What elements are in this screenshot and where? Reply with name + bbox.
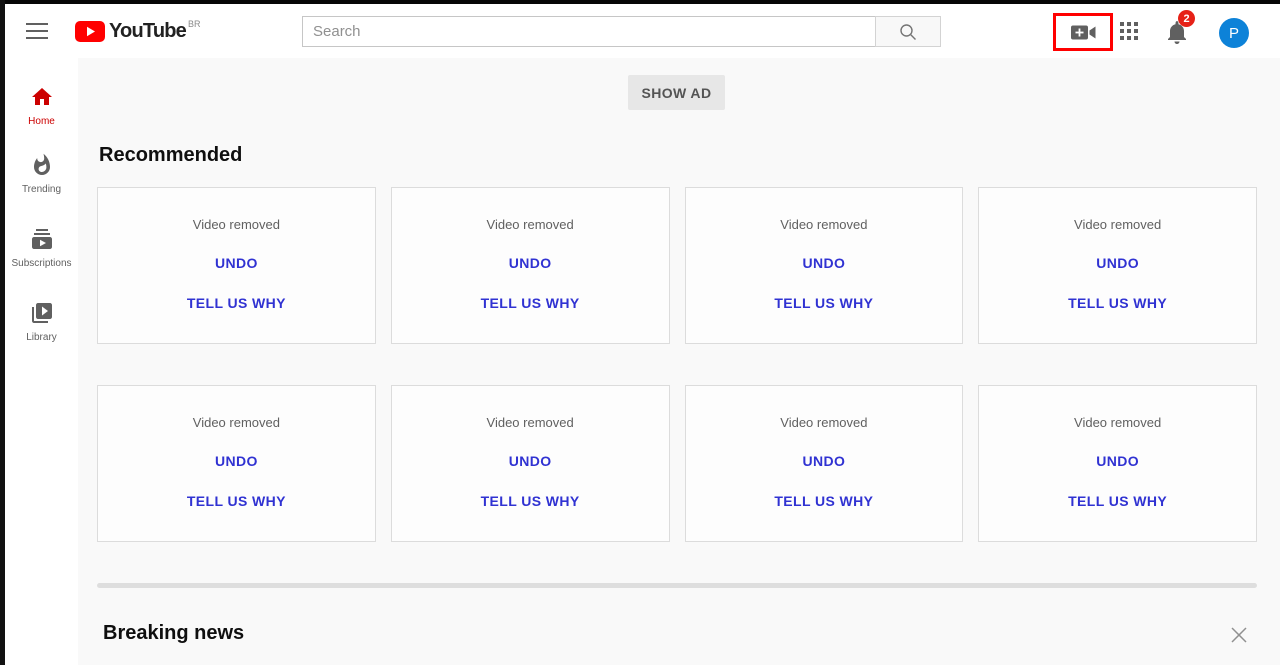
undo-button[interactable]: UNDO bbox=[509, 255, 552, 271]
video-removed-card: Video removed UNDO TELL US WHY bbox=[685, 187, 964, 344]
tell-us-why-button[interactable]: TELL US WHY bbox=[187, 493, 286, 509]
undo-button[interactable]: UNDO bbox=[509, 453, 552, 469]
section-title-recommended: Recommended bbox=[99, 144, 242, 167]
video-removed-card: Video removed UNDO TELL US WHY bbox=[978, 385, 1257, 542]
close-icon bbox=[1230, 626, 1248, 644]
tell-us-why-button[interactable]: TELL US WHY bbox=[774, 493, 873, 509]
sidebar-item-subscriptions[interactable]: Subscriptions bbox=[5, 227, 78, 269]
main-content: SHOW AD Recommended Video removed UNDO T… bbox=[78, 58, 1280, 665]
create-video-button[interactable] bbox=[1071, 24, 1096, 41]
search-input[interactable] bbox=[302, 16, 875, 47]
tell-us-why-button[interactable]: TELL US WHY bbox=[1068, 493, 1167, 509]
tell-us-why-button[interactable]: TELL US WHY bbox=[1068, 295, 1167, 311]
youtube-logo[interactable]: YouTube BR bbox=[75, 18, 201, 45]
sidebar-item-label: Library bbox=[26, 332, 57, 343]
logo-region-code: BR bbox=[188, 19, 201, 29]
notifications-button[interactable]: 2 bbox=[1164, 18, 1190, 46]
menu-button[interactable] bbox=[26, 22, 48, 40]
video-removed-card: Video removed UNDO TELL US WHY bbox=[97, 187, 376, 344]
youtube-play-icon bbox=[75, 21, 105, 42]
sidebar-item-label: Subscriptions bbox=[11, 258, 71, 269]
show-ad-button[interactable]: SHOW AD bbox=[628, 75, 725, 110]
window-edge-left bbox=[0, 0, 5, 665]
section-divider bbox=[97, 583, 1257, 588]
sidebar-item-label: Trending bbox=[22, 184, 61, 195]
notification-badge: 2 bbox=[1178, 10, 1195, 27]
trending-icon bbox=[30, 153, 54, 177]
apps-grid-button[interactable] bbox=[1118, 20, 1140, 42]
video-removed-card: Video removed UNDO TELL US WHY bbox=[97, 385, 376, 542]
sidebar: Home Trending Subscriptions Library bbox=[5, 58, 78, 665]
tell-us-why-button[interactable]: TELL US WHY bbox=[187, 295, 286, 311]
undo-button[interactable]: UNDO bbox=[215, 255, 258, 271]
video-removed-message: Video removed bbox=[487, 217, 574, 232]
library-icon bbox=[30, 301, 54, 325]
recommended-grid: Video removed UNDO TELL US WHY Video rem… bbox=[97, 187, 1257, 542]
top-bar: YouTube BR bbox=[5, 4, 1280, 58]
undo-button[interactable]: UNDO bbox=[215, 453, 258, 469]
video-removed-message: Video removed bbox=[193, 415, 280, 430]
video-removed-message: Video removed bbox=[1074, 415, 1161, 430]
video-removed-message: Video removed bbox=[780, 415, 867, 430]
video-removed-card: Video removed UNDO TELL US WHY bbox=[391, 187, 670, 344]
hamburger-icon bbox=[26, 23, 48, 25]
sidebar-item-label: Home bbox=[28, 116, 55, 127]
sidebar-item-trending[interactable]: Trending bbox=[5, 153, 78, 195]
section-title-breaking-news: Breaking news bbox=[103, 622, 244, 645]
undo-button[interactable]: UNDO bbox=[802, 255, 845, 271]
video-removed-card: Video removed UNDO TELL US WHY bbox=[978, 187, 1257, 344]
annotation-highlight-box bbox=[1053, 13, 1113, 51]
search-icon bbox=[898, 22, 918, 42]
avatar[interactable]: P bbox=[1219, 18, 1249, 48]
tell-us-why-button[interactable]: TELL US WHY bbox=[481, 295, 580, 311]
create-video-icon bbox=[1071, 24, 1096, 41]
video-removed-message: Video removed bbox=[193, 217, 280, 232]
video-removed-message: Video removed bbox=[487, 415, 574, 430]
video-removed-card: Video removed UNDO TELL US WHY bbox=[391, 385, 670, 542]
window-edge-top bbox=[0, 0, 1280, 4]
video-removed-message: Video removed bbox=[780, 217, 867, 232]
breaking-news-close-button[interactable] bbox=[1229, 626, 1249, 646]
sidebar-item-home[interactable]: Home bbox=[5, 85, 78, 127]
sidebar-item-library[interactable]: Library bbox=[5, 301, 78, 343]
subscriptions-icon bbox=[30, 227, 54, 251]
undo-button[interactable]: UNDO bbox=[1096, 453, 1139, 469]
search-button[interactable] bbox=[875, 16, 941, 47]
apps-grid-icon bbox=[1120, 22, 1138, 40]
video-removed-card: Video removed UNDO TELL US WHY bbox=[685, 385, 964, 542]
undo-button[interactable]: UNDO bbox=[802, 453, 845, 469]
video-removed-message: Video removed bbox=[1074, 217, 1161, 232]
tell-us-why-button[interactable]: TELL US WHY bbox=[481, 493, 580, 509]
tell-us-why-button[interactable]: TELL US WHY bbox=[774, 295, 873, 311]
search-bar bbox=[302, 16, 941, 47]
undo-button[interactable]: UNDO bbox=[1096, 255, 1139, 271]
logo-wordmark: YouTube bbox=[109, 18, 186, 45]
home-icon bbox=[30, 85, 54, 109]
